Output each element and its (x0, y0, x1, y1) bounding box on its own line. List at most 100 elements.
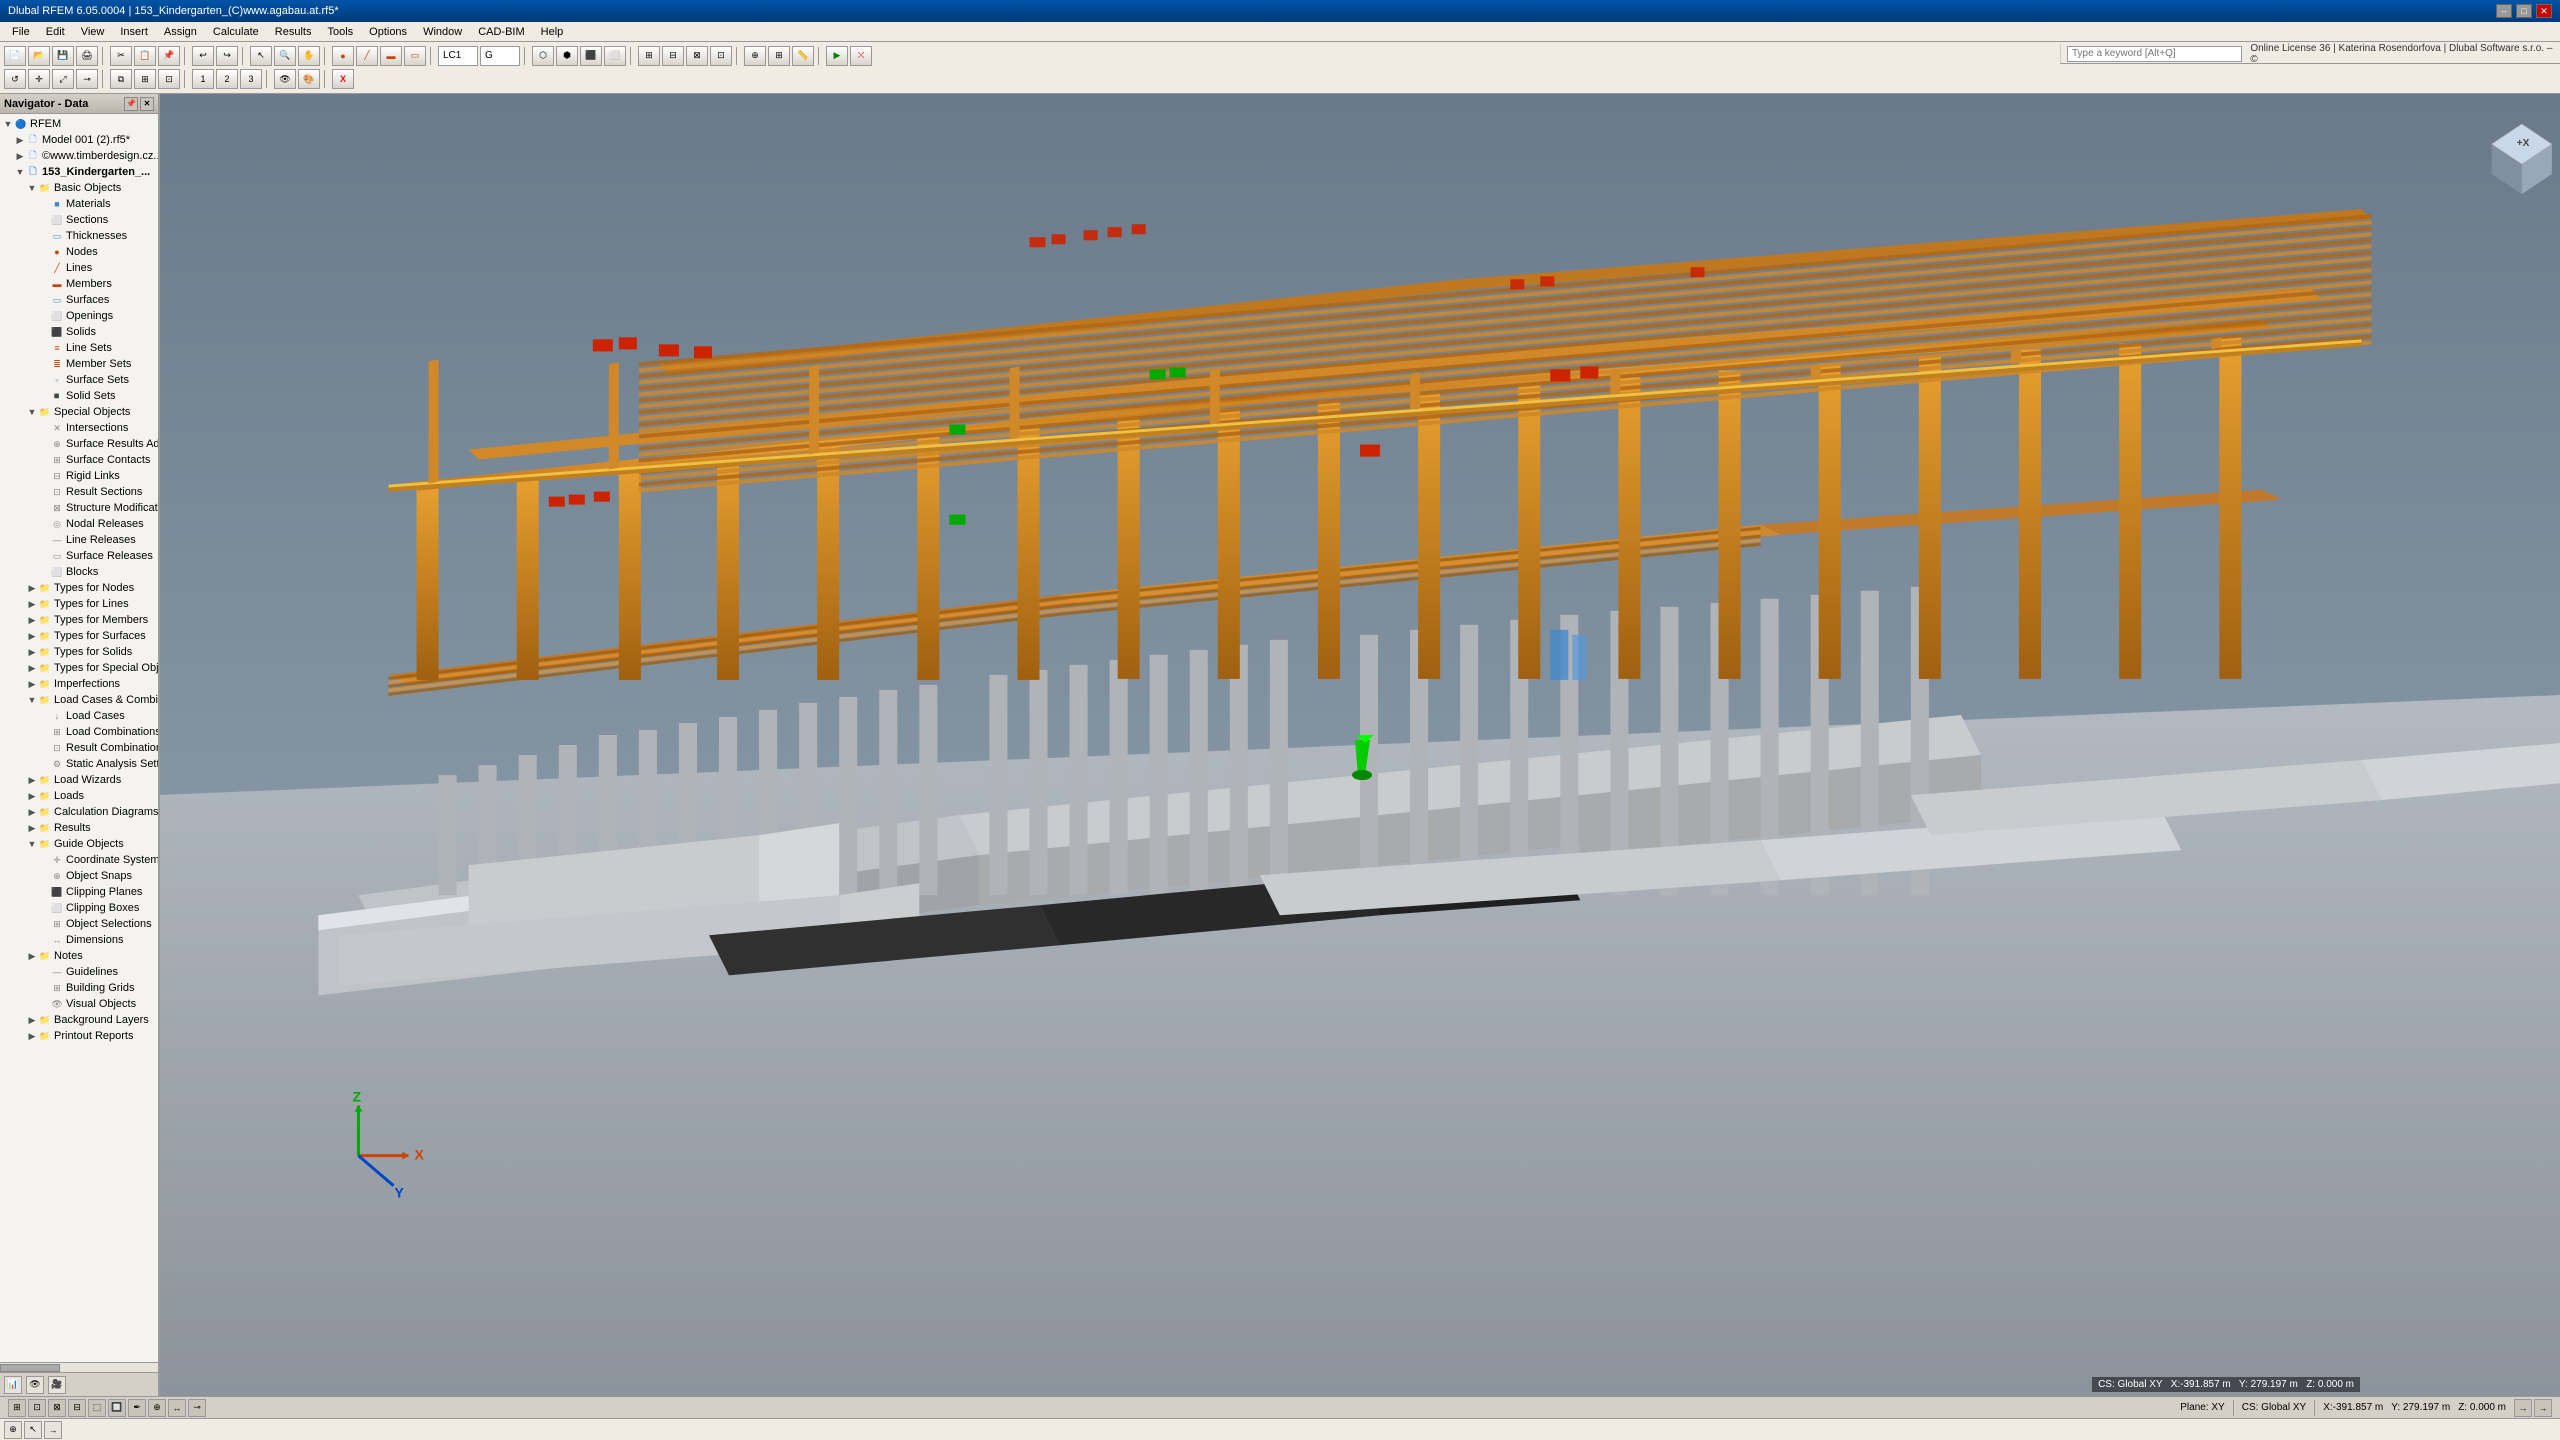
menu-file[interactable]: File (4, 24, 38, 40)
tree-surface-results-adj[interactable]: ⊕ Surface Results Adjustments (0, 436, 158, 452)
tree-object-selections[interactable]: ⊞ Object Selections (0, 916, 158, 932)
tree-types-members[interactable]: ▶ 📁 Types for Members (0, 612, 158, 628)
bottom-icon-1[interactable]: ⊕ (4, 1421, 22, 1439)
tree-member-sets[interactable]: ≣ Member Sets (0, 356, 158, 372)
tree-guide-objects[interactable]: ▼ 📁 Guide Objects (0, 836, 158, 852)
status-icon-10[interactable]: ⊸ (188, 1399, 206, 1417)
menu-cad-bim[interactable]: CAD-BIM (470, 24, 532, 40)
tree-calc-diagrams[interactable]: ▶ 📁 Calculation Diagrams (0, 804, 158, 820)
tree-blocks[interactable]: ⬜ Blocks (0, 564, 158, 580)
menu-assign[interactable]: Assign (156, 24, 205, 40)
tb-member[interactable]: ▬ (380, 46, 402, 66)
tb-stop[interactable]: ⛌ (850, 46, 872, 66)
tree-dimensions[interactable]: ↔ Dimensions (0, 932, 158, 948)
tree-nodes[interactable]: ● Nodes (0, 244, 158, 260)
status-right-icon-1[interactable]: → (2514, 1399, 2532, 1417)
status-icon-5[interactable]: ⬚ (88, 1399, 106, 1417)
tb-pan[interactable]: ✋ (298, 46, 320, 66)
tree-clipping-boxes[interactable]: ⬜ Clipping Boxes (0, 900, 158, 916)
search-input[interactable] (2067, 46, 2242, 62)
menu-view[interactable]: View (73, 24, 113, 40)
status-icon-2[interactable]: ⊡ (28, 1399, 46, 1417)
menu-window[interactable]: Window (415, 24, 470, 40)
tree-model153[interactable]: ▼ 🗋 153_Kindergarten_... (0, 164, 158, 180)
bottom-icon-3[interactable]: → (44, 1421, 62, 1439)
nav-hscroll-thumb[interactable] (0, 1364, 60, 1372)
tb-view-top[interactable]: ⊠ (686, 46, 708, 66)
status-icon-4[interactable]: ⊟ (68, 1399, 86, 1417)
tree-load-combinations[interactable]: ⊞ Load Combinations (0, 724, 158, 740)
tb-color[interactable]: 🎨 (298, 69, 320, 89)
tree-surface-contacts[interactable]: ⊞ Surface Contacts (0, 452, 158, 468)
tb-view-3d[interactable]: ⊡ (710, 46, 732, 66)
status-icon-6[interactable]: 🔲 (108, 1399, 126, 1417)
tree-intersections[interactable]: ✕ Intersections (0, 420, 158, 436)
tb-save[interactable]: 💾 (52, 46, 74, 66)
tree-printout-reports[interactable]: ▶ 📁 Printout Reports (0, 1028, 158, 1044)
tb-redo[interactable]: ↪ (216, 46, 238, 66)
tb-render1[interactable]: ⬡ (532, 46, 554, 66)
tb-rotate[interactable]: ↺ (4, 69, 26, 89)
tree-results[interactable]: ▶ 📁 Results (0, 820, 158, 836)
tree-result-sections[interactable]: ⊡ Result Sections (0, 484, 158, 500)
tb-render3[interactable]: ⬛ (580, 46, 602, 66)
tb-view-side[interactable]: ⊟ (662, 46, 684, 66)
tree-types-surfaces[interactable]: ▶ 📁 Types for Surfaces (0, 628, 158, 644)
tree-types-solids[interactable]: ▶ 📁 Types for Solids (0, 644, 158, 660)
tree-clipping-planes[interactable]: ⬛ Clipping Planes (0, 884, 158, 900)
tb-divide[interactable]: ⊡ (158, 69, 180, 89)
tb-scale[interactable]: ⤢ (52, 69, 74, 89)
tb-node[interactable]: ● (332, 46, 354, 66)
tree-sections[interactable]: ⬜ Sections (0, 212, 158, 228)
tree-load-cases-comb[interactable]: ▼ 📁 Load Cases & Combinations (0, 692, 158, 708)
tb-measure[interactable]: 📏 (792, 46, 814, 66)
tb-new[interactable]: 📄 (4, 46, 26, 66)
tb-run[interactable]: ▶ (826, 46, 848, 66)
tb-paste[interactable]: 📌 (158, 46, 180, 66)
tb-x[interactable]: X (332, 69, 354, 89)
nav-view-button[interactable]: 🎥 (48, 1376, 66, 1394)
tree-guidelines[interactable]: — Guidelines (0, 964, 158, 980)
tb-grid[interactable]: ⊞ (768, 46, 790, 66)
tree-line-releases[interactable]: — Line Releases (0, 532, 158, 548)
menu-help[interactable]: Help (533, 24, 572, 40)
tree-model001[interactable]: ▶ 🗋 Model 001 (2).rf5* (0, 132, 158, 148)
tb-surface[interactable]: ▭ (404, 46, 426, 66)
tree-openings[interactable]: ⬜ Openings (0, 308, 158, 324)
minimize-button[interactable]: – (2496, 4, 2512, 18)
tree-lines[interactable]: ╱ Lines (0, 260, 158, 276)
tb-zoom[interactable]: 🔍 (274, 46, 296, 66)
status-icon-9[interactable]: ↔ (168, 1399, 186, 1417)
nav-close-button[interactable]: ✕ (140, 97, 154, 111)
maximize-button[interactable]: □ (2516, 4, 2532, 18)
tree-timberdesign[interactable]: ▶ 🗋 ©www.timberdesign.cz... (0, 148, 158, 164)
tree-special-objects[interactable]: ▼ 📁 Special Objects (0, 404, 158, 420)
tb-mirror[interactable]: ⊸ (76, 69, 98, 89)
tb-move[interactable]: ✛ (28, 69, 50, 89)
tree-static-analysis[interactable]: ⚙ Static Analysis Settings (0, 756, 158, 772)
tree-coord-systems[interactable]: ✛ Coordinate Systems (0, 852, 158, 868)
tb-num1[interactable]: 1 (192, 69, 214, 89)
tb-open[interactable]: 📂 (28, 46, 50, 66)
menu-insert[interactable]: Insert (112, 24, 156, 40)
tree-notes[interactable]: ▶ 📁 Notes (0, 948, 158, 964)
tree-structure-modifications[interactable]: ⊠ Structure Modifications (0, 500, 158, 516)
tree-surfaces[interactable]: ▭ Surfaces (0, 292, 158, 308)
tree-types-lines[interactable]: ▶ 📁 Types for Lines (0, 596, 158, 612)
menu-options[interactable]: Options (361, 24, 415, 40)
tree-thicknesses[interactable]: ▭ Thicknesses (0, 228, 158, 244)
tb-undo[interactable]: ↩ (192, 46, 214, 66)
tree-members[interactable]: ▬ Members (0, 276, 158, 292)
g-selector[interactable]: G (480, 46, 520, 66)
tree-line-sets[interactable]: ≡ Line Sets (0, 340, 158, 356)
tree-rigid-links[interactable]: ⊟ Rigid Links (0, 468, 158, 484)
tree-solids[interactable]: ⬛ Solids (0, 324, 158, 340)
tree-types-special[interactable]: ▶ 📁 Types for Special Objects (0, 660, 158, 676)
tb-render4[interactable]: ⬜ (604, 46, 626, 66)
tb-cut[interactable]: ✂ (110, 46, 132, 66)
tree-materials[interactable]: ■ Materials (0, 196, 158, 212)
status-right-icon-2[interactable]: → (2534, 1399, 2552, 1417)
menu-tools[interactable]: Tools (319, 24, 361, 40)
tree-result-combinations[interactable]: ⊡ Result Combinations (0, 740, 158, 756)
lc-selector[interactable]: LC1 (438, 46, 478, 66)
